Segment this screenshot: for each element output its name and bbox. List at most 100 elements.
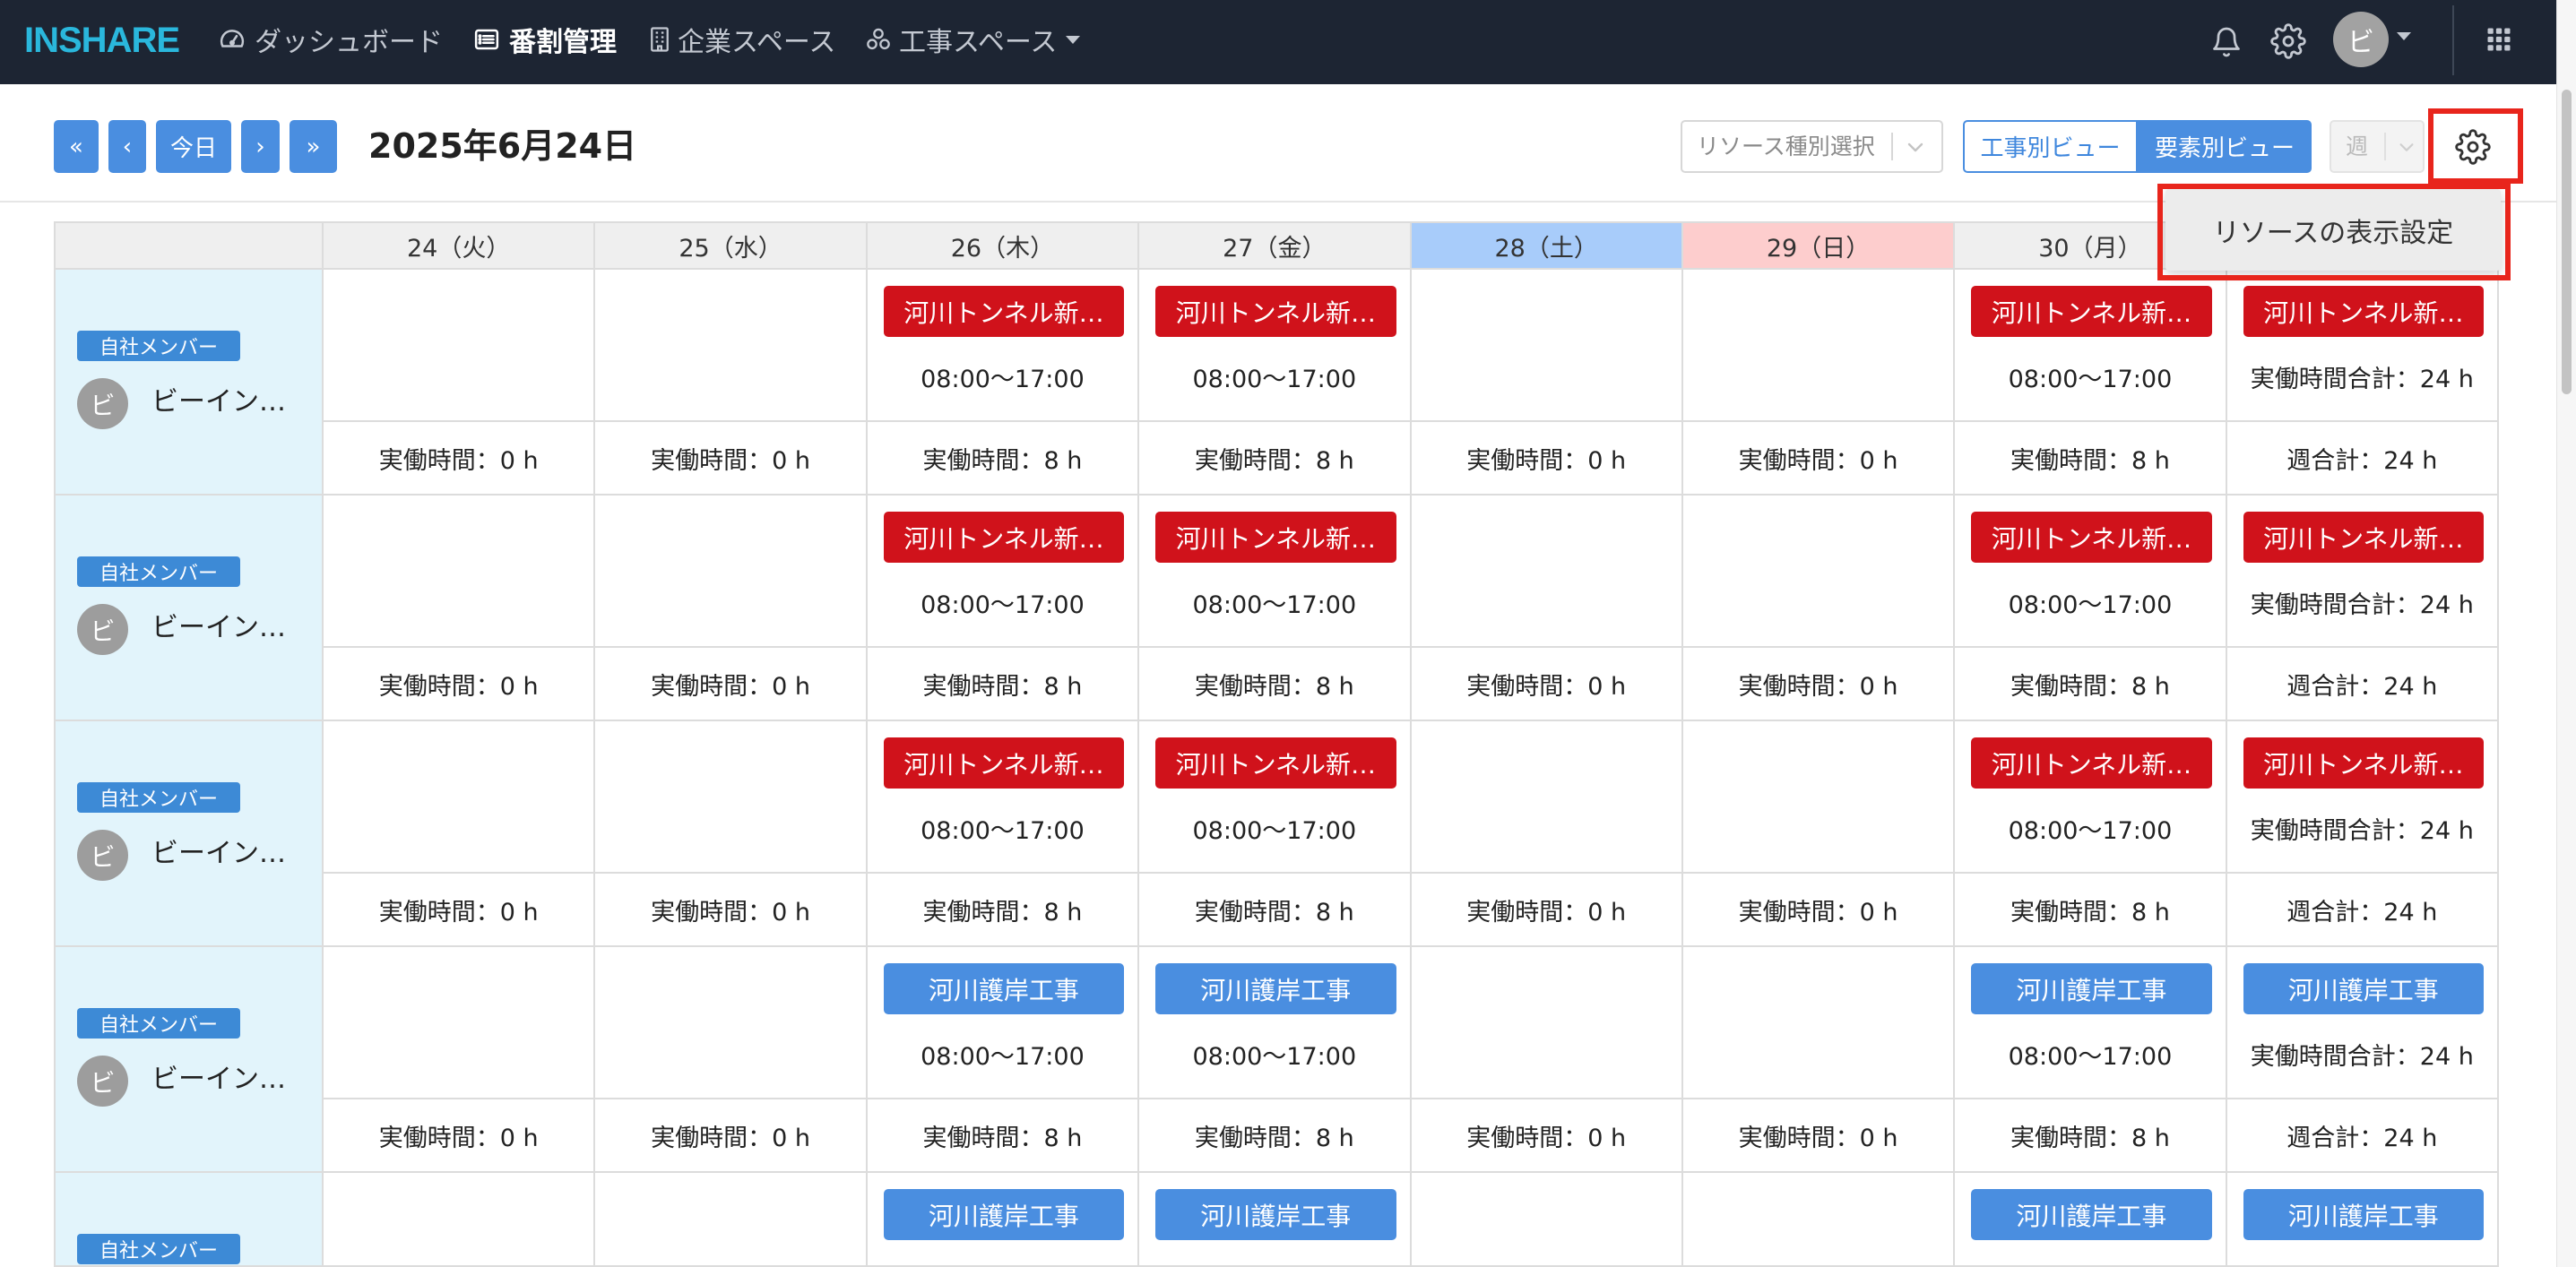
day-cell: 河川護岸工事 08:00〜17:00: [1955, 947, 2227, 1099]
day-cell: [324, 270, 596, 422]
period-value: 週: [2346, 134, 2369, 159]
daily-total-cell: 実働時間：0 h: [1411, 648, 1683, 721]
work-time-text: 実働時間合計：24 h: [2250, 817, 2474, 845]
day-cell: 河川トンネル新… 08:00〜17:00: [1139, 270, 1412, 422]
building-icon: [649, 26, 670, 53]
display-settings-button[interactable]: [2446, 125, 2500, 169]
daily-total-cell: 実働時間：0 h: [1682, 648, 1956, 721]
event-chip[interactable]: 河川護岸工事: [1155, 963, 1396, 1014]
header-corner-cell: [56, 223, 324, 270]
first-week-button[interactable]: «: [54, 120, 99, 173]
day-cell: 河川護岸工事: [2226, 1173, 2499, 1267]
event-chip[interactable]: 河川トンネル新…: [1155, 737, 1396, 789]
caret-down-icon: [1066, 35, 1081, 44]
day-cell: 河川護岸工事 実働時間合計：24 h: [2226, 947, 2499, 1099]
day-cell: 河川トンネル新… 08:00〜17:00: [1955, 721, 2227, 874]
event-chip[interactable]: 河川護岸工事: [883, 963, 1125, 1014]
daily-total-cell: 実働時間：8 h: [867, 648, 1140, 721]
nav-item-shift-management[interactable]: 番割管理: [473, 0, 617, 79]
nav-item-construction-space[interactable]: 工事スペース: [866, 0, 1081, 79]
day-cell: [324, 721, 596, 874]
member-type-badge: 自社メンバー: [77, 1008, 240, 1039]
day-cell: 河川トンネル新… 実働時間合計：24 h: [2226, 270, 2499, 422]
member-cell: 自社メンバービビーイン…: [56, 270, 324, 496]
member-cell: 自社メンバービビーイン…: [56, 496, 324, 721]
user-avatar[interactable]: ビ: [2333, 12, 2389, 67]
event-chip[interactable]: 河川トンネル新…: [1155, 286, 1396, 337]
view-by-construction-button[interactable]: 工事別ビュー: [1963, 120, 2138, 173]
event-chip[interactable]: 河川護岸工事: [1971, 963, 2212, 1014]
event-chip[interactable]: 河川トンネル新…: [883, 737, 1125, 789]
vertical-scrollbar[interactable]: [2556, 0, 2576, 1267]
work-time-text: 08:00〜17:00: [2008, 1043, 2173, 1071]
event-chip[interactable]: 河川護岸工事: [2243, 963, 2484, 1014]
event-chip[interactable]: 河川護岸工事: [883, 1189, 1125, 1240]
daily-total-cell: 実働時間：8 h: [867, 422, 1140, 496]
date-title: 2025年6月24日: [368, 126, 637, 166]
column-header: 28（土）: [1411, 223, 1683, 270]
member-cell: 自社メンバー: [56, 1173, 324, 1267]
nav-item-label: 工事スペース: [899, 27, 1058, 58]
daily-total-cell: 週合計：24 h: [2226, 1099, 2499, 1173]
event-chip[interactable]: 河川トンネル新…: [2243, 286, 2484, 337]
inshare-logo[interactable]: INSHARE: [24, 20, 180, 61]
day-cell: [1411, 947, 1683, 1099]
avatar: ビ: [77, 830, 128, 881]
daily-total-cell: 実働時間：0 h: [595, 648, 868, 721]
daily-total-cell: 実働時間：8 h: [1139, 648, 1412, 721]
daily-total-cell: 実働時間：0 h: [1411, 874, 1683, 947]
view-toggle-group: 工事別ビュー 要素別ビュー: [1963, 120, 2312, 173]
daily-total-cell: 実働時間：0 h: [595, 1099, 868, 1173]
daily-total-cell: 実働時間：0 h: [1411, 1099, 1683, 1173]
period-select[interactable]: 週: [2330, 120, 2425, 173]
nav-item-dashboard[interactable]: ダッシュボード: [219, 0, 443, 79]
grid-icon[interactable]: [2485, 25, 2513, 54]
day-cell: 河川護岸工事: [1955, 1173, 2227, 1267]
view-by-element-button[interactable]: 要素別ビュー: [2138, 120, 2312, 173]
day-cell: 河川トンネル新… 08:00〜17:00: [867, 496, 1140, 648]
next-button[interactable]: ›: [241, 120, 280, 173]
day-cell: [1411, 721, 1683, 874]
nav-item-company-space[interactable]: 企業スペース: [649, 0, 835, 79]
day-cell: 河川トンネル新… 08:00〜17:00: [1139, 721, 1412, 874]
member-type-badge: 自社メンバー: [77, 556, 240, 587]
event-chip[interactable]: 河川トンネル新…: [1971, 286, 2212, 337]
daily-total-cell: 実働時間：8 h: [1139, 874, 1412, 947]
event-chip[interactable]: 河川トンネル新…: [2243, 737, 2484, 789]
daily-total-cell: 実働時間：8 h: [1955, 1099, 2227, 1173]
event-chip[interactable]: 河川トンネル新…: [1155, 512, 1396, 563]
prev-button[interactable]: ‹: [108, 120, 146, 173]
day-cell: 河川護岸工事: [1139, 1173, 1412, 1267]
today-button[interactable]: 今日: [156, 120, 231, 173]
day-cell: [1411, 1173, 1683, 1267]
last-week-button[interactable]: »: [290, 120, 337, 173]
work-time-text: 08:00〜17:00: [1192, 366, 1357, 393]
member-type-badge: 自社メンバー: [77, 1234, 240, 1264]
daily-total-cell: 実働時間：8 h: [1139, 422, 1412, 496]
event-chip[interactable]: 河川トンネル新…: [883, 512, 1125, 563]
select-separator: [2384, 133, 2386, 160]
event-chip[interactable]: 河川トンネル新…: [883, 286, 1125, 337]
daily-total-cell: 実働時間：0 h: [1682, 422, 1956, 496]
event-chip[interactable]: 河川護岸工事: [1155, 1189, 1396, 1240]
daily-total-cell: 実働時間：0 h: [1682, 1099, 1956, 1173]
day-cell: 河川トンネル新… 08:00〜17:00: [1955, 496, 2227, 648]
day-cell: [1682, 721, 1956, 874]
resource-display-settings-item[interactable]: リソースの表示設定: [2213, 211, 2454, 250]
event-chip[interactable]: 河川トンネル新…: [1971, 737, 2212, 789]
resource-type-placeholder: リソース種別選択: [1697, 134, 1875, 159]
column-header: 26（木）: [867, 223, 1140, 270]
scrollbar-thumb[interactable]: [2562, 90, 2572, 394]
day-cell: 河川トンネル新… 実働時間合計：24 h: [2226, 496, 2499, 648]
event-chip[interactable]: 河川トンネル新…: [2243, 512, 2484, 563]
gear-icon[interactable]: [2270, 23, 2306, 59]
event-chip[interactable]: 河川トンネル新…: [1971, 512, 2212, 563]
app-window: INSHARE ダッシュボード 番割管理 企業スペース 工事スペース ビ « ‹…: [0, 0, 2556, 1267]
column-header: 25（水）: [595, 223, 868, 270]
event-chip[interactable]: 河川護岸工事: [2243, 1189, 2484, 1240]
event-chip[interactable]: 河川護岸工事: [1971, 1189, 2212, 1240]
daily-total-cell: 実働時間：8 h: [867, 874, 1140, 947]
bell-icon[interactable]: [2209, 24, 2243, 60]
caret-down-icon[interactable]: [2397, 32, 2411, 40]
resource-type-select[interactable]: リソース種別選択: [1681, 120, 1943, 173]
